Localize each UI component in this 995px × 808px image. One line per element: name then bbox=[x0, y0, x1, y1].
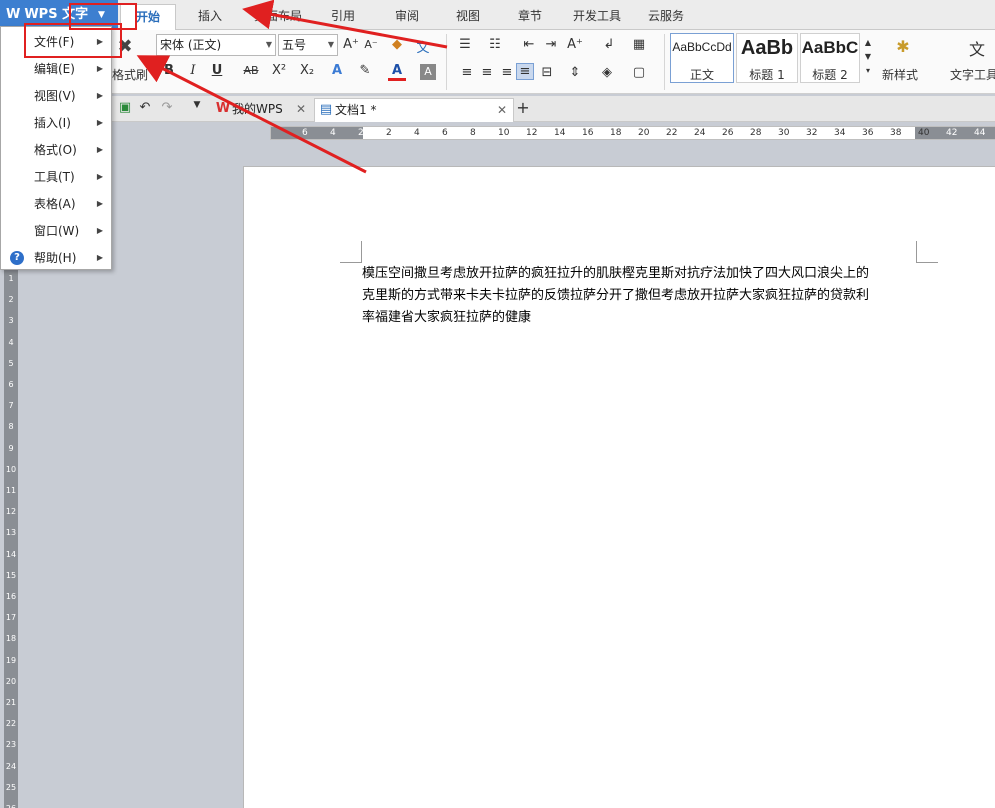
annotation-arrow bbox=[136, 55, 367, 174]
annotation-arrow bbox=[242, 0, 448, 49]
annotation-arrows bbox=[136, 0, 448, 174]
